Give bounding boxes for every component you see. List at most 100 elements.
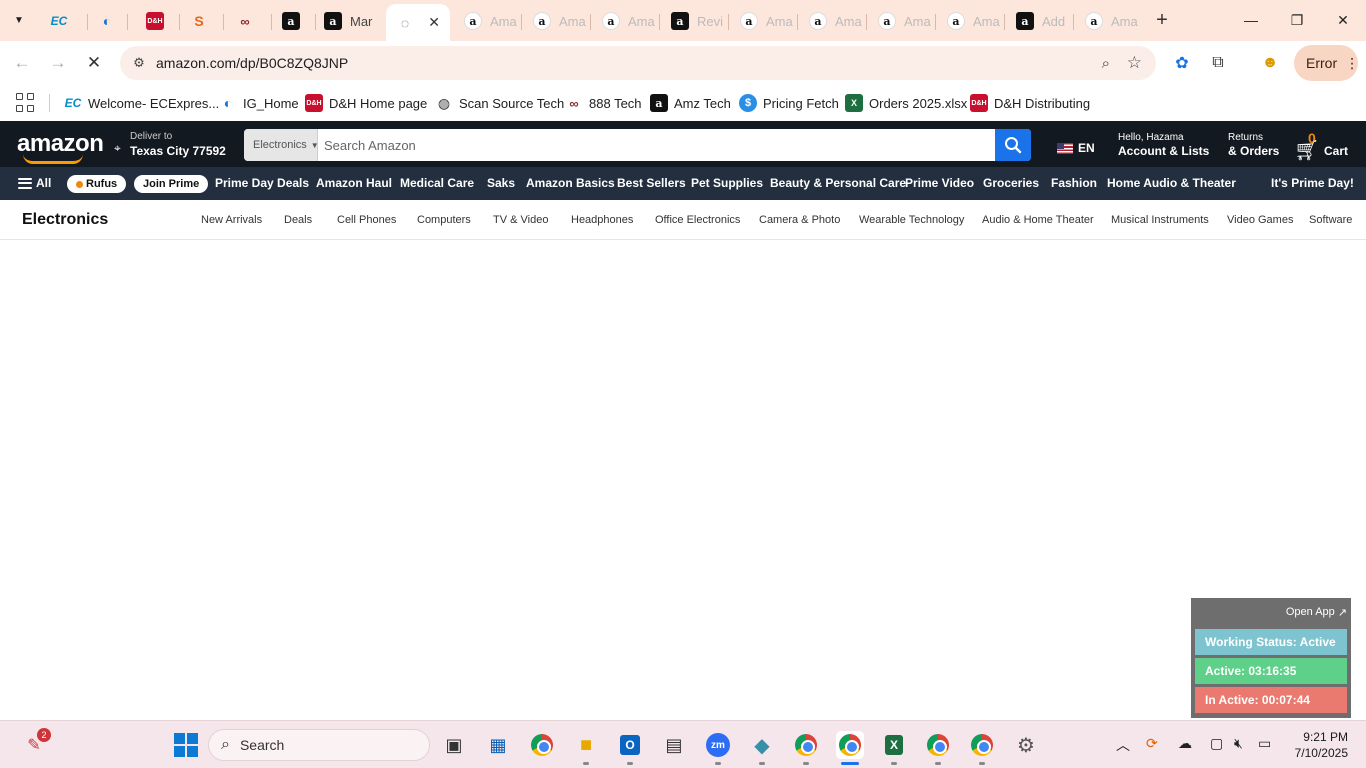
close-tab-icon[interactable]: ✕: [428, 14, 440, 31]
cart-button[interactable]: 0 🛒︎ Cart: [1294, 130, 1352, 162]
zoom-icon[interactable]: ⌕: [1102, 55, 1110, 72]
browser-tab[interactable]: a Ama: [523, 6, 591, 36]
extension-icon[interactable]: ✿: [1170, 51, 1194, 75]
browser-tab[interactable]: EC: [40, 6, 88, 36]
subnav-item[interactable]: Groceries: [983, 176, 1039, 190]
subnav-item[interactable]: Amazon Haul: [316, 176, 392, 190]
store-app[interactable]: ▦: [484, 731, 512, 759]
category-link[interactable]: Audio & Home Theater: [982, 214, 1094, 226]
all-menu-button[interactable]: All: [18, 176, 51, 190]
subnav-item[interactable]: Prime Video: [905, 176, 974, 190]
subnav-item[interactable]: Saks: [487, 176, 515, 190]
bookmark-item[interactable]: ◍ Scan Source Tech: [435, 92, 564, 114]
minimize-button[interactable]: —: [1228, 7, 1274, 33]
forward-button[interactable]: →: [46, 51, 70, 75]
taskbar-search[interactable]: ⌕ Search: [208, 729, 430, 761]
category-link[interactable]: Computers: [417, 214, 471, 226]
bookmark-item[interactable]: $ Pricing Fetch: [739, 92, 839, 114]
network-icon[interactable]: ▢: [1210, 735, 1223, 752]
browser-tab[interactable]: a Ama: [454, 6, 522, 36]
app-diamond[interactable]: ◆: [748, 731, 776, 765]
prime-day-promo[interactable]: It's Prime Day!: [1271, 176, 1354, 190]
speaker-muted-icon[interactable]: 🔇︎: [1234, 735, 1243, 752]
system-clock[interactable]: 9:21 PM 7/10/2025: [1282, 729, 1348, 761]
category-link[interactable]: Office Electronics: [655, 214, 740, 226]
site-settings-icon[interactable]: ⚙: [130, 54, 148, 72]
extensions-puzzle-icon[interactable]: ⧉: [1206, 51, 1230, 75]
language-selector[interactable]: EN: [1057, 141, 1095, 155]
browser-tab[interactable]: a Mar: [314, 6, 384, 36]
bookmark-item[interactable]: D&H D&H Distributing: [970, 92, 1090, 114]
browser-tab[interactable]: S: [180, 6, 224, 36]
category-link[interactable]: Wearable Technology: [859, 214, 964, 226]
search-button[interactable]: [995, 129, 1031, 161]
search-input[interactable]: [318, 129, 995, 161]
outlook-app[interactable]: O: [616, 731, 644, 765]
category-link[interactable]: Software: [1309, 214, 1352, 226]
join-prime-button[interactable]: Join Prime: [134, 175, 209, 193]
chrome-profile-app-active[interactable]: [836, 731, 864, 765]
new-tab-button[interactable]: +: [1151, 9, 1173, 31]
start-button[interactable]: [172, 731, 200, 759]
browser-tab[interactable]: a Ama: [937, 6, 1005, 36]
category-link[interactable]: Musical Instruments: [1111, 214, 1209, 226]
bookmark-item[interactable]: X Orders 2025.xlsx: [845, 92, 967, 114]
returns-orders[interactable]: Returns & Orders: [1228, 132, 1279, 158]
subnav-item[interactable]: Best Sellers: [617, 176, 686, 190]
category-title[interactable]: Electronics: [22, 211, 108, 229]
browser-tab[interactable]: a Ama: [730, 6, 798, 36]
subnav-item[interactable]: Amazon Basics: [526, 176, 615, 190]
subnav-item[interactable]: Home Audio & Theater: [1107, 176, 1236, 190]
bookmark-star-icon[interactable]: ☆: [1127, 53, 1142, 73]
stop-button[interactable]: ✕: [82, 51, 106, 75]
browser-tab[interactable]: a Ama: [799, 6, 867, 36]
subnav-item[interactable]: Beauty & Personal Care: [770, 176, 906, 190]
subnav-item[interactable]: Medical Care: [400, 176, 474, 190]
calculator-app[interactable]: ▤: [660, 731, 688, 759]
browser-tab[interactable]: ◐: [88, 6, 128, 36]
browser-tab[interactable]: a Ama: [592, 6, 660, 36]
category-link[interactable]: New Arrivals: [201, 214, 262, 226]
category-link[interactable]: Deals: [284, 214, 312, 226]
profile-avatar-icon[interactable]: ☻: [1258, 51, 1282, 75]
chrome-profile-app[interactable]: [792, 731, 820, 765]
bookmark-item[interactable]: a Amz Tech: [650, 92, 731, 114]
browser-tab-active[interactable]: ◌ ✕: [386, 4, 450, 41]
close-window-button[interactable]: ✕: [1320, 7, 1366, 33]
search-category-dropdown[interactable]: Electronics ▼: [244, 129, 319, 161]
subnav-item[interactable]: Fashion: [1051, 176, 1097, 190]
browser-tab[interactable]: ∞: [226, 6, 272, 36]
bookmark-item[interactable]: EC Welcome- ECExpres...: [64, 92, 220, 114]
browser-tab[interactable]: a Ama: [868, 6, 936, 36]
account-menu[interactable]: Hello, Hazama Account & Lists: [1118, 132, 1209, 158]
browser-tab[interactable]: a Revi: [661, 6, 729, 36]
restore-button[interactable]: ❐: [1274, 7, 1320, 33]
zoom-app[interactable]: zm: [704, 731, 732, 765]
sync-icon[interactable]: ⟳: [1146, 735, 1158, 752]
subnav-item[interactable]: Pet Supplies: [691, 176, 763, 190]
category-link[interactable]: Cell Phones: [337, 214, 396, 226]
browser-tab[interactable]: a Add: [1006, 6, 1074, 36]
browser-tab[interactable]: a: [272, 6, 316, 36]
category-link[interactable]: Headphones: [571, 214, 633, 226]
cloud-off-icon[interactable]: ☁: [1178, 735, 1192, 752]
browser-tab[interactable]: a Ama: [1075, 6, 1143, 36]
chevron-up-icon[interactable]: ︿: [1116, 735, 1130, 755]
bookmark-item[interactable]: ◐ IG_Home: [219, 92, 299, 114]
category-link[interactable]: TV & Video: [493, 214, 548, 226]
notification-app[interactable]: ✎ 2: [20, 728, 51, 759]
profile-error-button[interactable]: Error ⋮: [1294, 45, 1359, 81]
task-view-button[interactable]: ▣: [440, 731, 468, 759]
bookmark-item[interactable]: D&H D&H Home page: [305, 92, 427, 114]
back-button[interactable]: ←: [10, 51, 34, 75]
amazon-logo[interactable]: amazon: [17, 130, 104, 164]
tab-search-button[interactable]: ▼: [6, 8, 32, 32]
chrome-app[interactable]: [528, 731, 556, 759]
battery-icon[interactable]: ▭: [1258, 735, 1271, 752]
address-bar[interactable]: ⚙ amazon.com/dp/B0C8ZQ8JNP ⌕ ☆: [120, 46, 1156, 80]
browser-tab[interactable]: D&H: [136, 6, 180, 36]
excel-app[interactable]: X: [880, 731, 908, 765]
open-app-button[interactable]: Open App ↗: [1286, 604, 1347, 620]
chrome-profile-app[interactable]: [968, 731, 996, 765]
bookmark-item[interactable]: ∞ 888 Tech: [565, 92, 641, 114]
